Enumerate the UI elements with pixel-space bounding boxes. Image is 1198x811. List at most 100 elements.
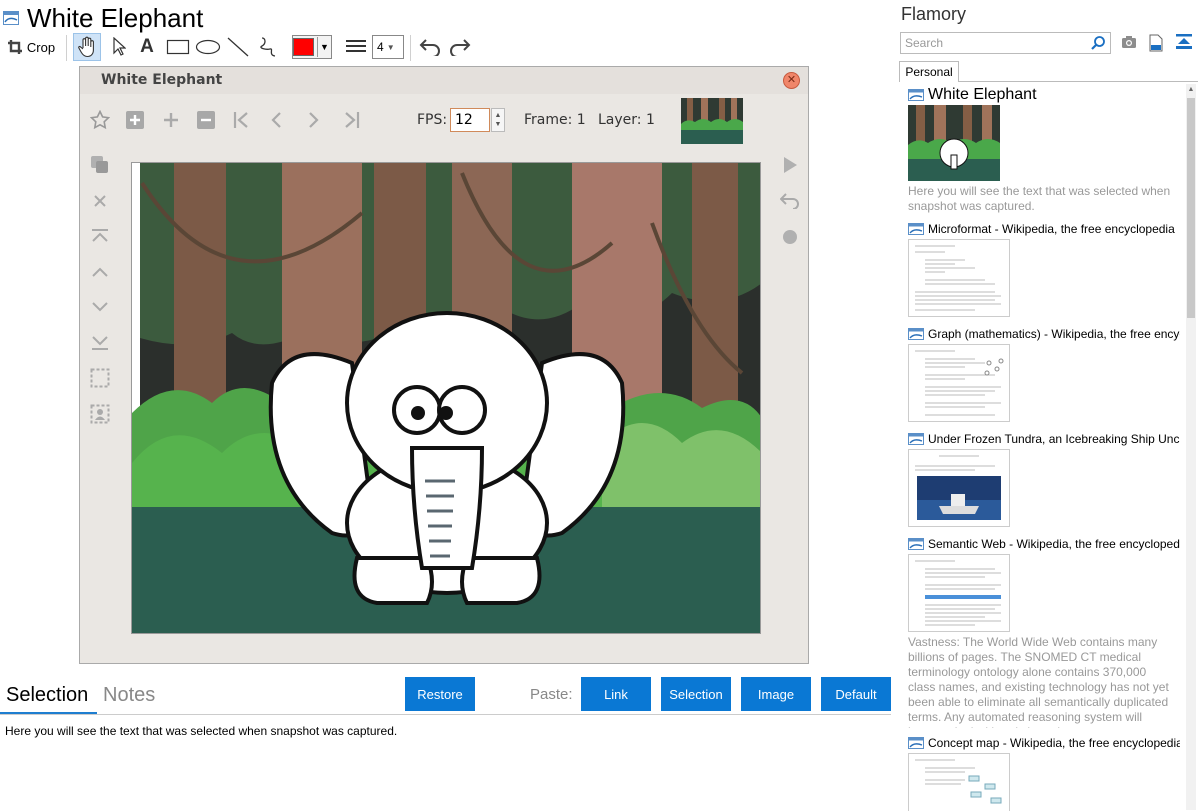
return-button[interactable] xyxy=(778,189,802,213)
divider xyxy=(0,714,891,715)
snapshot-thumbnail xyxy=(908,554,1010,632)
layer-label: Layer: 1 xyxy=(598,112,655,128)
line-width-select[interactable]: 4 ▼ xyxy=(372,35,404,59)
hand-tool-button[interactable] xyxy=(73,33,101,61)
last-frame-button[interactable] xyxy=(339,108,363,132)
fps-label: FPS: xyxy=(417,112,448,128)
screenshot-window: White Elephant ✕ FPS: 12 ▲ ▼ Frame: 1 Lay… xyxy=(79,66,809,664)
snapshot-thumbnail xyxy=(908,239,1010,317)
paste-default-button[interactable]: Default xyxy=(821,677,891,711)
tab-notes[interactable]: Notes xyxy=(103,684,155,707)
undo-button[interactable] xyxy=(416,33,444,61)
chevron-up-icon[interactable]: ▲ xyxy=(1186,84,1196,96)
plus-icon xyxy=(164,113,178,127)
prev-frame-icon xyxy=(271,112,281,128)
snapshot-item[interactable]: Concept map - Wikipedia, the free encycl… xyxy=(908,734,1180,811)
upload-icon[interactable] xyxy=(1176,34,1192,50)
snapshot-header: Concept map - Wikipedia, the free encycl… xyxy=(908,734,1180,752)
favorite-button[interactable] xyxy=(88,108,112,132)
snapshot-list: White Elephant Here you will see the tex… xyxy=(908,86,1180,811)
sidebar-title: Flamory xyxy=(901,4,967,24)
fps-stepper[interactable]: ▲ ▼ xyxy=(491,108,505,132)
delete-icon xyxy=(94,195,106,207)
snapshot-description: Here you will see the text that was sele… xyxy=(908,184,1171,213)
text-icon: A xyxy=(140,36,154,57)
minus-icon xyxy=(197,111,215,129)
fps-input[interactable]: 12 xyxy=(450,108,490,132)
frame-thumbnail[interactable] xyxy=(681,98,743,144)
close-icon: ✕ xyxy=(786,74,797,86)
rectangle-tool-button[interactable] xyxy=(164,33,192,61)
snapshot-title: Semantic Web - Wikipedia, the free encyc… xyxy=(928,537,1180,551)
star-icon xyxy=(90,110,110,130)
move-to-bottom-button[interactable] xyxy=(88,331,112,355)
drawing-canvas[interactable] xyxy=(131,162,761,634)
next-frame-button[interactable] xyxy=(301,108,325,132)
search-icon[interactable] xyxy=(1090,35,1106,51)
close-button[interactable]: ✕ xyxy=(783,72,800,89)
snapshot-description: Vastness: The World Wide Web contains ma… xyxy=(908,635,1169,728)
crop-button[interactable]: Crop xyxy=(5,33,57,61)
window-title: White Elephant xyxy=(101,72,223,88)
delete-button[interactable] xyxy=(88,189,112,213)
undo-icon xyxy=(419,39,440,56)
document-icon[interactable] xyxy=(1149,34,1163,52)
text-tool-button[interactable]: A xyxy=(134,33,160,61)
tab-selection[interactable]: Selection xyxy=(6,684,88,707)
add-frame-button[interactable] xyxy=(123,108,147,132)
minus-button[interactable] xyxy=(194,108,218,132)
paste-selection-button[interactable]: Selection xyxy=(661,677,731,711)
snapshot-item[interactable]: Under Frozen Tundra, an Icebreaking Ship… xyxy=(908,430,1180,527)
duplicate-button[interactable] xyxy=(88,153,112,177)
freehand-icon xyxy=(260,37,276,57)
selection-text[interactable]: Here you will see the text that was sele… xyxy=(5,724,397,738)
hand-icon xyxy=(78,36,94,58)
previous-frame-button[interactable] xyxy=(265,108,289,132)
pointer-tool-button[interactable] xyxy=(106,33,132,61)
ellipse-icon xyxy=(195,39,221,55)
select-character-icon xyxy=(90,404,110,424)
color-picker-button[interactable]: ▼ xyxy=(292,35,332,59)
move-to-top-button[interactable] xyxy=(88,224,112,248)
redo-icon xyxy=(450,39,471,56)
first-frame-button[interactable] xyxy=(230,108,254,132)
page-icon xyxy=(908,328,924,340)
paste-label: Paste: xyxy=(530,686,573,703)
line-width-button[interactable] xyxy=(342,33,370,61)
ellipse-tool-button[interactable] xyxy=(194,33,222,61)
line-tool-button[interactable] xyxy=(224,33,252,61)
freehand-tool-button[interactable] xyxy=(255,33,281,61)
search-input[interactable]: Search xyxy=(900,32,1111,54)
snapshot-title: Concept map - Wikipedia, the free encycl… xyxy=(928,736,1180,750)
snapshot-header: Semantic Web - Wikipedia, the free encyc… xyxy=(908,535,1180,553)
first-frame-icon xyxy=(233,112,248,128)
window-titlebar: White Elephant ✕ xyxy=(80,67,808,94)
page-icon xyxy=(908,223,924,235)
scrollbar-thumb[interactable] xyxy=(1187,98,1195,318)
move-up-button[interactable] xyxy=(88,260,112,284)
camera-icon[interactable] xyxy=(1121,35,1137,49)
snapshot-item[interactable]: White Elephant Here you will see the tex… xyxy=(908,86,1180,214)
crop-icon xyxy=(7,40,22,54)
toolbar: Crop A ▼ 4 ▼ xyxy=(0,33,880,61)
snapshot-item[interactable]: Semantic Web - Wikipedia, the free encyc… xyxy=(908,535,1180,728)
select-area-button[interactable] xyxy=(88,366,112,390)
snapshot-title: Microformat - Wikipedia, the free encycl… xyxy=(928,222,1175,236)
page-icon xyxy=(908,538,924,550)
snapshot-item[interactable]: Microformat - Wikipedia, the free encycl… xyxy=(908,220,1180,317)
plus-button[interactable] xyxy=(159,108,183,132)
move-down-button[interactable] xyxy=(88,295,112,319)
play-button[interactable] xyxy=(778,153,802,177)
tab-personal[interactable]: Personal xyxy=(899,61,959,82)
rectangle-icon xyxy=(166,39,190,55)
snapshot-title: White Elephant xyxy=(928,86,1037,103)
select-character-button[interactable] xyxy=(88,402,112,426)
record-button[interactable] xyxy=(778,225,802,249)
paste-link-button[interactable]: Link xyxy=(581,677,651,711)
paste-image-button[interactable]: Image xyxy=(741,677,811,711)
restore-button[interactable]: Restore xyxy=(405,677,475,711)
redo-button[interactable] xyxy=(446,33,474,61)
line-icon xyxy=(227,37,249,57)
move-up-icon xyxy=(92,267,108,277)
snapshot-item[interactable]: Graph (mathematics) - Wikipedia, the fre… xyxy=(908,325,1180,422)
